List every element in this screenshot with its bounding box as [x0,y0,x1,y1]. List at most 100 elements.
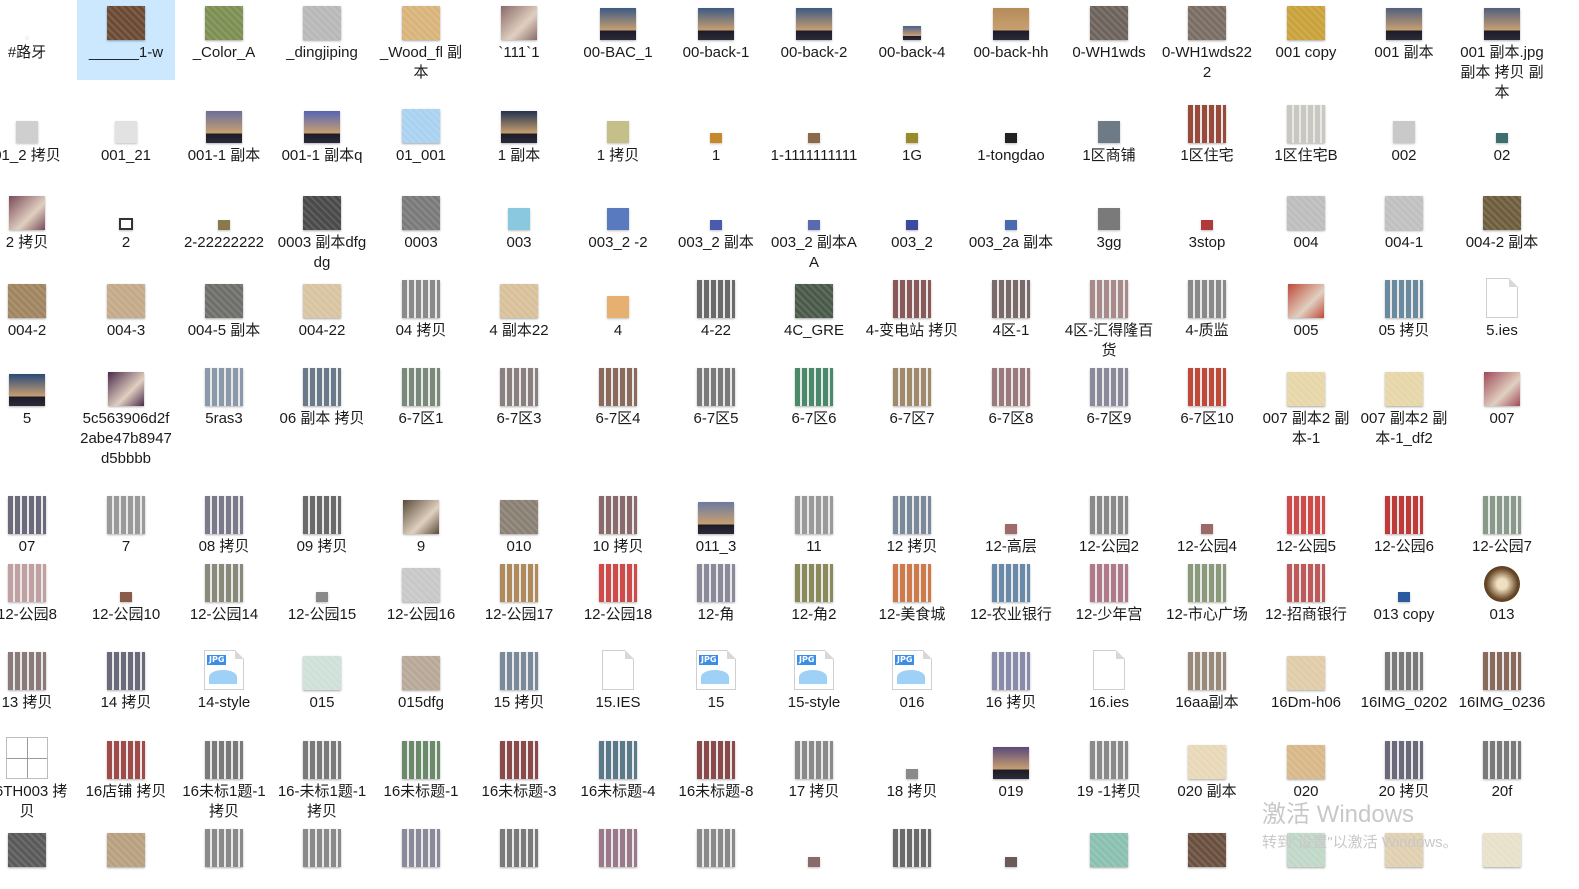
file-item[interactable]: 2 拷贝 [0,190,76,253]
file-item[interactable]: 4 [569,278,667,341]
file-item[interactable]: JPG 14-style [175,650,273,713]
file-item[interactable]: 0-WH1wds [1060,0,1158,63]
file-item[interactable]: 001 副本.jpg 副本 拷贝 副本 [1453,0,1551,103]
file-item[interactable]: 16TH003 拷贝 [0,737,76,822]
file-item[interactable]: 4区-1 [962,278,1060,341]
file-item[interactable]: 12-公园18 [569,562,667,625]
file-item[interactable]: 020 副本 [1158,739,1256,802]
file-item[interactable]: 02 [1453,103,1551,166]
file-item[interactable]: 002 [1355,103,1453,166]
file-item[interactable] [77,827,175,870]
file-item[interactable]: 12-公园5 [1257,494,1355,557]
file-item[interactable]: 7 [77,494,175,557]
file-item[interactable]: 019 [962,739,1060,802]
file-item[interactable]: _dingjiping [273,0,371,63]
file-item[interactable]: 15 拷贝 [470,650,568,713]
file-item[interactable]: 16-未标1题-1 拷贝 [273,739,371,822]
file-item[interactable]: 12-公园8 [0,562,76,625]
file-item[interactable]: 2-22222222 [175,190,273,253]
file-item[interactable]: 12-公园16 [372,562,470,625]
file-item[interactable]: 16IMG_0202 [1355,650,1453,713]
file-item[interactable] [765,827,863,870]
file-item[interactable] [1060,827,1158,870]
file-item[interactable]: 6-7区7 [863,366,961,429]
file-item[interactable] [273,827,371,870]
file-item[interactable]: 09 拷贝 [273,494,371,557]
file-item[interactable]: _Wood_fl 副本 [372,0,470,83]
file-item[interactable]: 003 [470,190,568,253]
file-item[interactable]: 12-角2 [765,562,863,625]
file-item[interactable]: 16店铺 拷贝 [77,739,175,802]
file-item[interactable]: 6-7区5 [667,366,765,429]
file-item[interactable]: 003_2a 副本 [962,190,1060,253]
file-item[interactable]: 12-公园2 [1060,494,1158,557]
file-item[interactable]: 1-1111111111 [765,103,863,166]
file-item[interactable]: 00-back-2 [765,0,863,63]
file-item[interactable]: 16Dm-h06 [1257,650,1355,713]
file-item[interactable]: 013 [1453,562,1551,625]
file-item[interactable]: 003_2 副本AA [765,190,863,273]
file-item[interactable] [962,827,1060,870]
file-item[interactable] [0,827,76,870]
file-item[interactable]: 07 [0,494,76,557]
file-item[interactable]: 12-市心广场 [1158,562,1256,625]
file-item[interactable]: 16未标1题-1 拷贝 [175,739,273,822]
file-item[interactable]: 12-高层 [962,494,1060,557]
file-item[interactable]: `111`1 [470,0,568,63]
file-item[interactable]: 004 [1257,190,1355,253]
file-item[interactable]: 1 拷贝 [569,103,667,166]
file-item[interactable]: 007 副本2 副本-1_df2 [1355,366,1453,449]
file-item[interactable]: 004-3 [77,278,175,341]
file-item[interactable]: 12-少年宫 [1060,562,1158,625]
file-item[interactable]: 004-1 [1355,190,1453,253]
file-item[interactable]: 1 [667,103,765,166]
file-item[interactable]: 00-back-1 [667,0,765,63]
file-item[interactable]: JPG 15-style [765,650,863,713]
file-item[interactable]: 001_21 [77,103,175,166]
file-item[interactable]: ______1-w [77,0,175,80]
file-item[interactable]: 004-2 副本 [1453,190,1551,253]
file-item[interactable]: 6-7区6 [765,366,863,429]
file-item[interactable]: 003_2 [863,190,961,253]
file-item[interactable]: 12-公园15 [273,562,371,625]
file-item[interactable]: 001-1 副本 [175,103,273,166]
file-item[interactable] [1355,827,1453,870]
file-item[interactable]: 001-1 副本q [273,103,371,166]
file-item[interactable]: 16aa副本 [1158,650,1256,713]
file-item[interactable]: 12-美食城 [863,562,961,625]
file-item[interactable] [470,827,568,870]
file-item[interactable]: 1区住宅 [1158,103,1256,166]
file-item[interactable]: 01_2 拷贝 [0,103,76,166]
file-item[interactable]: 1-tongdao [962,103,1060,166]
file-item[interactable]: 015dfg [372,650,470,713]
file-item[interactable]: 3gg [1060,190,1158,253]
file-item[interactable]: 00-BAC_1 [569,0,667,63]
file-item[interactable] [1158,827,1256,870]
file-item[interactable]: 4-质监 [1158,278,1256,341]
file-item[interactable]: 16未标题-3 [470,739,568,802]
file-item[interactable]: 2 [77,190,175,253]
file-item[interactable]: 4-22 [667,278,765,341]
file-item[interactable]: 16未标题-4 [569,739,667,802]
file-item[interactable]: 6-7区10 [1158,366,1256,429]
file-item[interactable]: 13 拷贝 [0,650,76,713]
file-item[interactable]: 003_2 副本 [667,190,765,253]
file-item[interactable]: #路牙 [0,0,76,63]
file-item[interactable]: 4C_GRE [765,278,863,341]
file-item[interactable]: 19 -1拷贝 [1060,739,1158,802]
file-item[interactable] [569,827,667,870]
file-item[interactable] [372,827,470,870]
file-item[interactable]: 4-变电站 拷贝 [863,278,961,341]
file-item[interactable]: 5c563906d2f2abe47b8947d5bbbb [77,366,175,469]
file-item[interactable]: 12-公园4 [1158,494,1256,557]
file-item[interactable]: 004-2 [0,278,76,341]
file-item[interactable]: 05 拷贝 [1355,278,1453,341]
file-item[interactable]: 013 copy [1355,562,1453,625]
file-item[interactable]: 17 拷贝 [765,739,863,802]
file-item[interactable]: 5ras3 [175,366,273,429]
file-item[interactable]: 5 [0,366,76,429]
file-item[interactable]: 001 副本 [1355,0,1453,63]
file-item[interactable]: 12-招商银行 [1257,562,1355,625]
file-item[interactable]: 08 拷贝 [175,494,273,557]
file-item[interactable]: 007 副本2 副本-1 [1257,366,1355,449]
